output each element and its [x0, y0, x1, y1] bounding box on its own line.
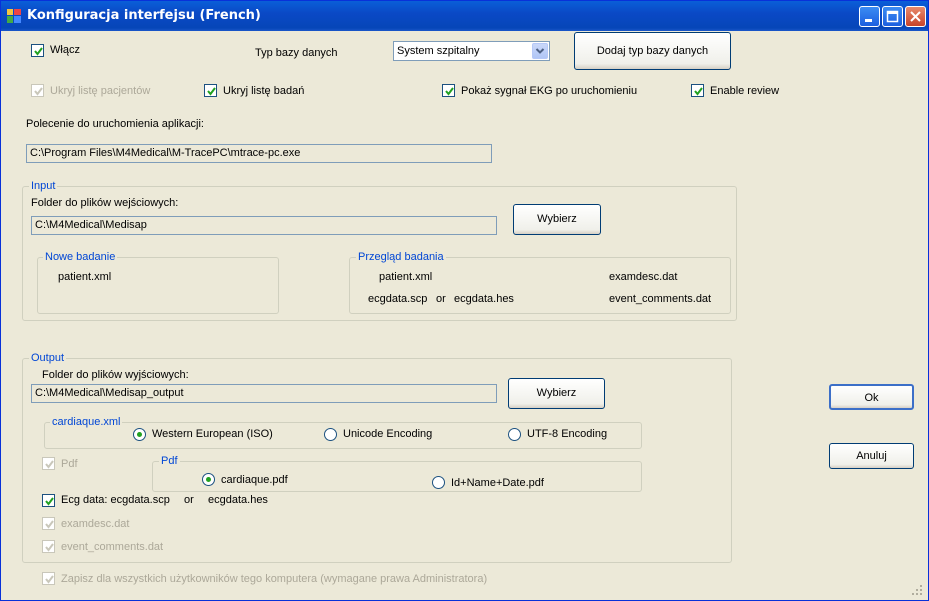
chevron-down-icon [535, 48, 545, 54]
check-icon [45, 460, 54, 469]
check-icon [694, 87, 703, 96]
ok-label: Ok [864, 392, 879, 404]
pdf-name2-label: Id+Name+Date.pdf [451, 477, 544, 489]
input-browse-button[interactable]: Wybierz [513, 204, 601, 235]
new-test-group [37, 257, 279, 314]
config-window: Konfiguracja interfejsu (French) Włącz T… [0, 0, 929, 601]
enable-checkbox[interactable] [31, 44, 44, 57]
db-type-select[interactable]: System szpitalny [393, 41, 550, 61]
input-browse-label: Wybierz [537, 213, 577, 225]
enable-review-label: Enable review [710, 85, 780, 97]
maximize-icon [886, 10, 899, 23]
output-folder-label: Folder do plików wyjściowych: [42, 369, 189, 381]
output-group-label: Output [29, 352, 67, 364]
resize-grip-icon[interactable] [911, 584, 923, 596]
enable-label: Włącz [50, 44, 80, 56]
output-browse-button[interactable]: Wybierz [508, 378, 605, 409]
client-area: Włącz Typ bazy danych System szpitalny D… [4, 31, 925, 599]
pdf-name-group-label: Pdf [159, 455, 180, 467]
review-group-label: Przegląd badania [356, 251, 446, 263]
hide-patients-label: Ukryj listę pacjentów [50, 85, 151, 97]
pdf-name1-radio[interactable] [202, 473, 215, 486]
add-db-type-button[interactable]: Dodaj typ bazy danych [574, 32, 731, 70]
encoding-unicode-radio[interactable] [324, 428, 337, 441]
new-test-group-label: Nowe badanie [43, 251, 118, 263]
review-group [349, 257, 731, 314]
app-icon [7, 9, 21, 23]
input-group-label: Input [29, 180, 58, 192]
command-label: Polecenie do uruchomienia aplikacji: [26, 118, 204, 130]
save-all-users-label: Zapisz dla wszystkich użytkowników tego … [61, 573, 488, 585]
comments-label: event_comments.dat [61, 541, 164, 553]
input-folder-input[interactable]: C:\M4Medical\Medisap [31, 216, 497, 235]
examdesc-label: examdesc.dat [61, 518, 130, 530]
add-db-type-label: Dodaj typ bazy danych [596, 45, 709, 57]
close-button[interactable] [905, 6, 926, 27]
check-icon [45, 520, 54, 529]
ok-button[interactable]: Ok [829, 384, 914, 410]
cancel-button[interactable]: Anuluj [829, 443, 914, 469]
check-icon [445, 87, 454, 96]
ecg-data-label: Ecg data: ecgdata.scp [61, 494, 170, 506]
ecg-or-text: or [184, 494, 194, 506]
show-ekg-checkbox[interactable] [442, 84, 455, 97]
review-patient-file: patient.xml [379, 271, 433, 283]
encoding-unicode-label: Unicode Encoding [343, 428, 433, 440]
encoding-utf8-label: UTF-8 Encoding [527, 428, 608, 440]
title-bar[interactable]: Konfiguracja interfejsu (French) [1, 1, 928, 31]
pdf-name2-radio[interactable] [432, 476, 445, 489]
check-icon [45, 575, 54, 584]
encoding-utf8-radio[interactable] [508, 428, 521, 441]
examdesc-checkbox[interactable] [42, 517, 55, 530]
show-ekg-label: Pokaż sygnał EKG po uruchomieniu [461, 85, 638, 97]
hide-tests-label: Ukryj listę badań [223, 85, 305, 97]
input-folder-label: Folder do plików wejściowych: [31, 197, 179, 209]
maximize-button[interactable] [882, 6, 903, 27]
hide-patients-checkbox[interactable] [31, 84, 44, 97]
review-comments-file: event_comments.dat [609, 293, 712, 305]
minimize-icon [865, 19, 872, 22]
pdf-name1-label: cardiaque.pdf [221, 474, 288, 486]
review-ecgscp-file: ecgdata.scp [368, 293, 428, 305]
ecg-data-checkbox[interactable] [42, 494, 55, 507]
check-icon [45, 543, 54, 552]
check-icon [34, 87, 43, 96]
review-or-text: or [436, 293, 446, 305]
close-icon [910, 11, 921, 22]
review-ecghes-file: ecgdata.hes [454, 293, 514, 305]
output-folder-input[interactable]: C:\M4Medical\Medisap_output [31, 384, 497, 403]
check-icon [45, 497, 54, 506]
dropdown-arrow-button[interactable] [532, 43, 548, 59]
pdf-checkbox[interactable] [42, 457, 55, 470]
save-all-users-checkbox[interactable] [42, 572, 55, 585]
new-test-file: patient.xml [58, 271, 112, 283]
cancel-label: Anuluj [856, 450, 887, 462]
pdf-label: Pdf [61, 458, 78, 470]
comments-checkbox[interactable] [42, 540, 55, 553]
minimize-button[interactable] [859, 6, 880, 27]
xml-encoding-group-label: cardiaque.xml [50, 416, 123, 428]
review-examdesc-file: examdesc.dat [609, 271, 678, 283]
command-input[interactable]: C:\Program Files\M4Medical\M-TracePC\mtr… [26, 144, 492, 163]
db-type-label: Typ bazy danych [255, 47, 338, 59]
check-icon [207, 87, 216, 96]
hide-tests-checkbox[interactable] [204, 84, 217, 97]
encoding-western-label: Western European (ISO) [152, 428, 273, 440]
window-title: Konfiguracja interfejsu (French) [27, 8, 261, 23]
check-icon [34, 47, 43, 56]
ecg-hes-text: ecgdata.hes [208, 494, 268, 506]
enable-review-checkbox[interactable] [691, 84, 704, 97]
encoding-western-radio[interactable] [133, 428, 146, 441]
db-type-value: System szpitalny [397, 45, 480, 57]
output-browse-label: Wybierz [536, 387, 577, 399]
